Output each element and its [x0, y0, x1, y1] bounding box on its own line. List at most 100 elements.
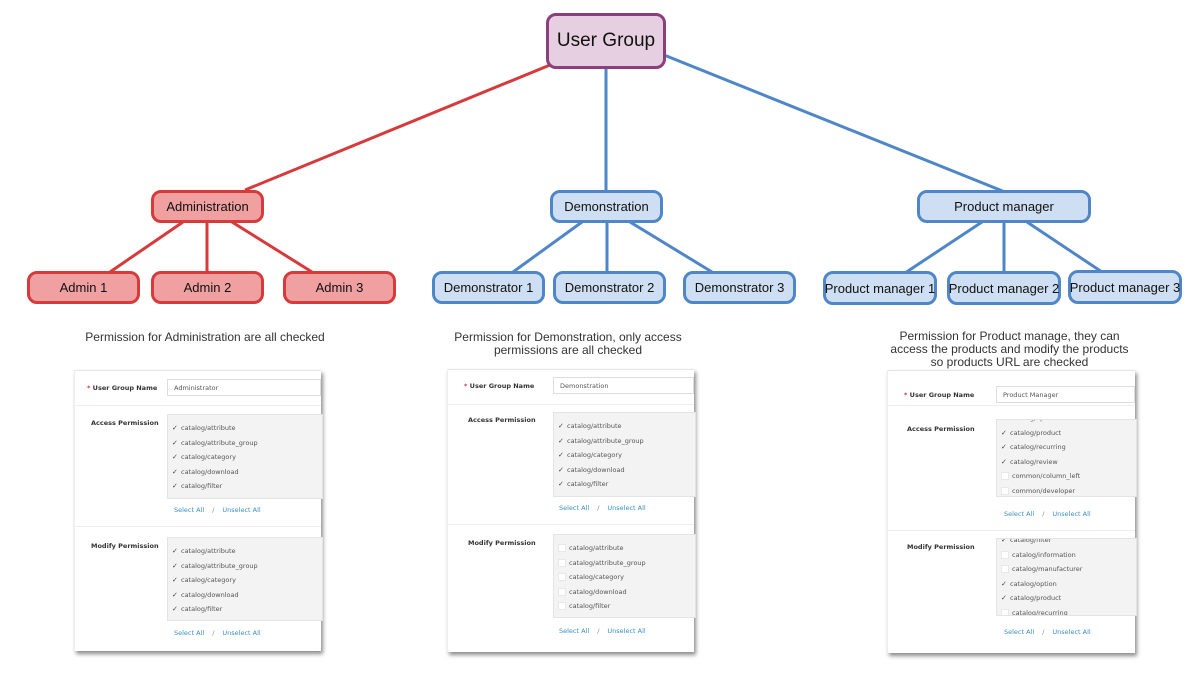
permission-name: catalog/category: [181, 453, 236, 462]
checkbox-unchecked[interactable]: [558, 544, 566, 553]
modify-select-links: Select All / Unselect All: [174, 629, 261, 637]
checkmark-icon[interactable]: ✓: [172, 439, 180, 447]
checkmark-icon[interactable]: ✓: [172, 453, 180, 461]
permission-item[interactable]: ✓ catalog/attribute: [554, 419, 695, 434]
permission-name: common/column_left: [1012, 472, 1081, 481]
checkmark-icon[interactable]: ✓: [558, 437, 566, 445]
permission-item[interactable]: catalog/attribute_group: [554, 556, 695, 571]
access-select-links: Select All / Unselect All: [174, 506, 261, 514]
modify-permission-list[interactable]: ✓ catalog/attribute ✓ catalog/attribute_gro…: [167, 537, 323, 621]
permission-item[interactable]: catalog/filter: [554, 599, 695, 614]
checkmark-icon[interactable]: ✓: [1001, 420, 1009, 422]
permission-item[interactable]: common/developer: [997, 484, 1136, 497]
checkbox-unchecked[interactable]: [558, 602, 566, 611]
checkmark-icon[interactable]: ✓: [172, 424, 180, 432]
group-name-input[interactable]: Demonstration: [553, 377, 694, 394]
permission-item[interactable]: ✓ catalog/attribute_group: [554, 434, 695, 449]
checkbox-unchecked[interactable]: [1001, 486, 1009, 495]
permission-name: catalog/attribute_group: [181, 438, 258, 447]
permission-item[interactable]: ✓ catalog/download: [168, 588, 322, 603]
checkbox-unchecked[interactable]: [558, 558, 566, 567]
permission-item[interactable]: catalog/information: [997, 548, 1136, 563]
permission-item[interactable]: ✓ catalog/product: [997, 426, 1136, 441]
checkbox-unchecked[interactable]: [1001, 608, 1009, 615]
select-all-link[interactable]: Select All: [559, 627, 589, 635]
permission-item[interactable]: ✓ catalog/review: [997, 455, 1136, 470]
checkmark-icon[interactable]: ✓: [558, 480, 566, 488]
unselect-all-link[interactable]: Unselect All: [222, 506, 260, 514]
permission-item[interactable]: catalog/attribute: [554, 541, 695, 556]
checkmark-icon[interactable]: ✓: [1001, 539, 1009, 544]
permission-item[interactable]: ✓ catalog/category: [168, 573, 322, 588]
checkmark-icon[interactable]: ✓: [172, 605, 180, 613]
checkbox-unchecked[interactable]: [558, 587, 566, 596]
permission-item[interactable]: ✓ catalog/filter: [168, 479, 322, 494]
checkmark-icon[interactable]: ✓: [172, 547, 180, 555]
checkmark-icon[interactable]: ✓: [1001, 443, 1009, 451]
permission-item[interactable]: ✓ catalog/filter: [997, 539, 1136, 548]
checkbox-unchecked[interactable]: [1001, 472, 1009, 481]
permission-item[interactable]: ✓ catalog/filter: [168, 602, 322, 617]
connector-pm-3: [1026, 220, 1103, 274]
permission-item[interactable]: ✓ catalog/download: [168, 465, 322, 480]
permission-item[interactable]: catalog/download: [554, 585, 695, 600]
unselect-all-link[interactable]: Unselect All: [1052, 628, 1090, 636]
permission-item[interactable]: ✓ catalog/attribute_group: [168, 559, 322, 574]
checkmark-icon[interactable]: ✓: [1001, 458, 1009, 466]
checkmark-icon[interactable]: ✓: [1001, 594, 1009, 602]
permission-item[interactable]: ✓ catalog/attribute: [168, 544, 322, 559]
checkmark-icon[interactable]: ✓: [172, 562, 180, 570]
checkbox-unchecked[interactable]: [1001, 565, 1009, 574]
select-all-link[interactable]: Select All: [1004, 628, 1034, 636]
separator: /: [212, 629, 215, 637]
permission-item[interactable]: ✓ catalog/product: [997, 591, 1136, 606]
permission-name: catalog/attribute: [569, 544, 624, 553]
checkmark-icon[interactable]: ✓: [558, 466, 566, 474]
permission-name: catalog/attribute_group: [569, 558, 646, 567]
select-all-link[interactable]: Select All: [559, 504, 589, 512]
checkmark-icon[interactable]: ✓: [558, 451, 566, 459]
permission-item[interactable]: ✓catalog/option: [997, 577, 1136, 592]
permission-item[interactable]: catalog/recurring: [997, 606, 1136, 615]
group-name-input[interactable]: Product Manager: [996, 386, 1135, 403]
checkmark-icon[interactable]: ✓: [1001, 580, 1009, 588]
permission-item[interactable]: ✓ catalog/download: [554, 463, 695, 478]
modify-permission-list[interactable]: catalog/attribute catalog/attribute_group…: [553, 534, 696, 618]
separator: /: [1042, 628, 1045, 636]
permission-name: catalog/category: [567, 451, 622, 460]
checkmark-icon[interactable]: ✓: [172, 468, 180, 476]
select-all-link[interactable]: Select All: [174, 506, 204, 514]
permission-item[interactable]: ✓ catalog/recurring: [997, 440, 1136, 455]
checkbox-unchecked[interactable]: [558, 573, 566, 582]
permission-item[interactable]: common/column_left: [997, 469, 1136, 484]
select-all-link[interactable]: Select All: [1004, 510, 1034, 518]
select-all-link[interactable]: Select All: [174, 629, 204, 637]
access-permission-list[interactable]: ✓catalog/option✓catalog/product✓catalog/…: [996, 419, 1137, 497]
permission-name: catalog/review: [1010, 457, 1058, 466]
checkmark-icon[interactable]: ✓: [1001, 429, 1009, 437]
unselect-all-link[interactable]: Unselect All: [1052, 510, 1090, 518]
modify-permission-list[interactable]: ✓ catalog/filter catalog/information catalo…: [996, 538, 1137, 616]
required-mark: *: [464, 382, 468, 390]
unselect-all-link[interactable]: Unselect All: [607, 504, 645, 512]
checkmark-icon[interactable]: ✓: [558, 422, 566, 430]
permission-item[interactable]: ✓ catalog/attribute: [168, 421, 322, 436]
access-permission-list[interactable]: ✓ catalog/attribute ✓ catalog/attribute_gro…: [553, 412, 696, 497]
permission-item[interactable]: ✓ catalog/attribute_group: [168, 436, 322, 451]
permission-name: catalog/attribute: [181, 424, 236, 433]
checkmark-icon[interactable]: ✓: [172, 576, 180, 584]
permission-item[interactable]: ✓ catalog/category: [168, 450, 322, 465]
checkmark-icon[interactable]: ✓: [172, 591, 180, 599]
access-permission-label: Access Permission: [907, 425, 975, 433]
permission-item[interactable]: catalog/category: [554, 570, 695, 585]
checkbox-unchecked[interactable]: [1001, 550, 1009, 559]
permission-item[interactable]: ✓ catalog/filter: [554, 477, 695, 492]
checkmark-icon[interactable]: ✓: [172, 482, 180, 490]
unselect-all-link[interactable]: Unselect All: [222, 629, 260, 637]
permission-name: catalog/download: [181, 467, 239, 476]
unselect-all-link[interactable]: Unselect All: [607, 627, 645, 635]
access-permission-list[interactable]: ✓ catalog/attribute ✓ catalog/attribute_gro…: [167, 414, 323, 499]
permission-item[interactable]: ✓ catalog/category: [554, 448, 695, 463]
permission-item[interactable]: catalog/manufacturer: [997, 562, 1136, 577]
group-name-input[interactable]: Administrator: [167, 379, 321, 396]
